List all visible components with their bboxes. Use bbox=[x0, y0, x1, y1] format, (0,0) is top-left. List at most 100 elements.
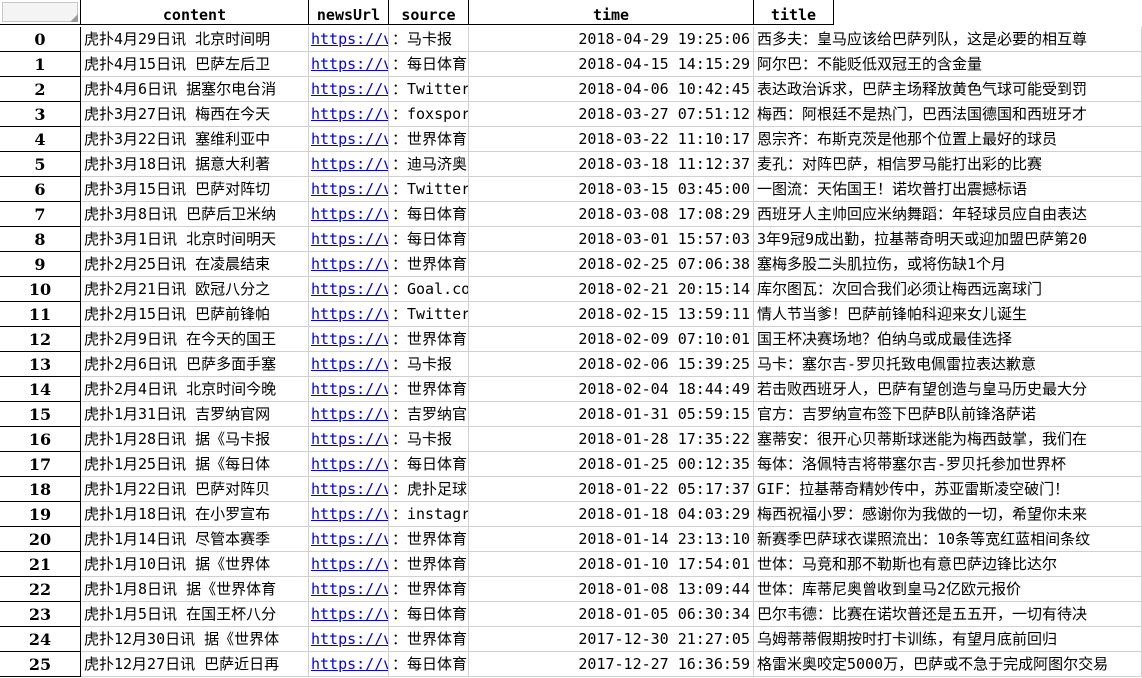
cell-title[interactable]: 世体：马竞和那不勒斯也有意巴萨边锋比达尔 bbox=[754, 552, 1142, 577]
cell-newsurl-link[interactable]: https://voi bbox=[309, 252, 389, 277]
cell-content[interactable]: 虎扑3月15日讯 巴萨对阵切 bbox=[81, 177, 309, 202]
cell-source[interactable]: ：Goal.com bbox=[389, 277, 469, 302]
cell-source[interactable]: ：世界体育 bbox=[389, 327, 469, 352]
cell-source[interactable]: ：foxsports bbox=[389, 102, 469, 127]
row-header[interactable]: 22 bbox=[0, 577, 81, 602]
cell-source[interactable]: ：世界体育 bbox=[389, 577, 469, 602]
row-header[interactable]: 23 bbox=[0, 602, 81, 627]
cell-newsurl-link[interactable]: https://voi bbox=[309, 427, 389, 452]
cell-content[interactable]: 虎扑12月27日讯 巴萨近日再 bbox=[81, 652, 309, 677]
cell-time[interactable]: 2018-01-05 06:30:34 bbox=[469, 602, 754, 627]
cell-time[interactable]: 2018-03-27 07:51:12 bbox=[469, 102, 754, 127]
row-header[interactable]: 10 bbox=[0, 277, 81, 302]
cell-source[interactable]: ：迪马济奥 bbox=[389, 152, 469, 177]
cell-content[interactable]: 虎扑4月6日讯 据塞尔电台消 bbox=[81, 77, 309, 102]
cell-content[interactable]: 虎扑12月30日讯 据《世界体 bbox=[81, 627, 309, 652]
cell-title[interactable]: 3年9冠9成出勤，拉基蒂奇明天或迎加盟巴萨第20 bbox=[754, 227, 1142, 252]
row-header[interactable]: 18 bbox=[0, 477, 81, 502]
cell-content[interactable]: 虎扑4月15日讯 巴萨左后卫 bbox=[81, 52, 309, 77]
cell-source[interactable]: ：每日体育 bbox=[389, 202, 469, 227]
cell-time[interactable]: 2017-12-27 16:36:59 bbox=[469, 652, 754, 677]
cell-time[interactable]: 2018-04-15 14:15:29 bbox=[469, 52, 754, 77]
cell-source[interactable]: ：Twitter bbox=[389, 177, 469, 202]
cell-time[interactable]: 2018-01-28 17:35:22 bbox=[469, 427, 754, 452]
column-header-title[interactable]: title bbox=[754, 0, 834, 25]
cell-source[interactable]: ：马卡报 bbox=[389, 427, 469, 452]
row-header[interactable]: 13 bbox=[0, 352, 81, 377]
cell-newsurl-link[interactable]: https://voi bbox=[309, 27, 389, 52]
cell-time[interactable]: 2018-03-22 11:10:17 bbox=[469, 127, 754, 152]
cell-title[interactable]: 梅西：阿根廷不是热门，巴西法国德国和西班牙才 bbox=[754, 102, 1142, 127]
row-header[interactable]: 2 bbox=[0, 77, 81, 102]
cell-title[interactable]: 巴尔韦德：比赛在诺坎普还是五五开，一切有待决 bbox=[754, 602, 1142, 627]
row-header[interactable]: 16 bbox=[0, 427, 81, 452]
column-header-content[interactable]: content bbox=[81, 0, 309, 25]
row-header[interactable]: 8 bbox=[0, 227, 81, 252]
cell-title[interactable]: 阿尔巴：不能贬低双冠王的含金量 bbox=[754, 52, 1142, 77]
row-header[interactable]: 12 bbox=[0, 327, 81, 352]
row-header[interactable]: 7 bbox=[0, 202, 81, 227]
cell-newsurl-link[interactable]: https://voi bbox=[309, 502, 389, 527]
cell-source[interactable]: ：世界体育 bbox=[389, 552, 469, 577]
cell-source[interactable]: ：马卡报 bbox=[389, 27, 469, 52]
cell-time[interactable]: 2018-01-14 23:13:10 bbox=[469, 527, 754, 552]
cell-content[interactable]: 虎扑1月10日讯 据《世界体 bbox=[81, 552, 309, 577]
cell-source[interactable]: ：每日体育 bbox=[389, 452, 469, 477]
row-header[interactable]: 3 bbox=[0, 102, 81, 127]
cell-content[interactable]: 虎扑2月4日讯 北京时间今晚 bbox=[81, 377, 309, 402]
row-header[interactable]: 1 bbox=[0, 52, 81, 77]
cell-title[interactable]: 乌姆蒂蒂假期按时打卡训练，有望月底前回归 bbox=[754, 627, 1142, 652]
cell-title[interactable]: 塞梅多股二头肌拉伤，或将伤缺1个月 bbox=[754, 252, 1142, 277]
cell-newsurl-link[interactable]: https://voi bbox=[309, 152, 389, 177]
cell-newsurl-link[interactable]: https://voi bbox=[309, 402, 389, 427]
cell-time[interactable]: 2018-02-04 18:44:49 bbox=[469, 377, 754, 402]
cell-time[interactable]: 2018-04-29 19:25:06 bbox=[469, 27, 754, 52]
cell-newsurl-link[interactable]: https://voi bbox=[309, 377, 389, 402]
cell-newsurl-link[interactable]: https://voi bbox=[309, 627, 389, 652]
cell-source[interactable]: ：虎扑足球 bbox=[389, 477, 469, 502]
row-header[interactable]: 20 bbox=[0, 527, 81, 552]
cell-time[interactable]: 2018-03-01 15:57:03 bbox=[469, 227, 754, 252]
cell-newsurl-link[interactable]: https://voi bbox=[309, 77, 389, 102]
cell-title[interactable]: 麦孔：对阵巴萨，相信罗马能打出彩的比赛 bbox=[754, 152, 1142, 177]
row-header[interactable]: 0 bbox=[0, 27, 81, 52]
cell-time[interactable]: 2017-12-30 21:27:05 bbox=[469, 627, 754, 652]
row-header[interactable]: 11 bbox=[0, 302, 81, 327]
cell-title[interactable]: 一图流：天佑国王！诺坎普打出震撼标语 bbox=[754, 177, 1142, 202]
cell-newsurl-link[interactable]: https://voi bbox=[309, 177, 389, 202]
cell-source[interactable]: ：吉罗纳官网 bbox=[389, 402, 469, 427]
select-all-corner[interactable] bbox=[0, 0, 81, 25]
cell-newsurl-link[interactable]: https://voi bbox=[309, 477, 389, 502]
cell-newsurl-link[interactable]: https://voi bbox=[309, 52, 389, 77]
row-header[interactable]: 14 bbox=[0, 377, 81, 402]
cell-newsurl-link[interactable]: https://voi bbox=[309, 102, 389, 127]
cell-source[interactable]: ：instagram bbox=[389, 502, 469, 527]
cell-title[interactable]: GIF：拉基蒂奇精妙传中，苏亚雷斯凌空破门！ bbox=[754, 477, 1142, 502]
cell-title[interactable]: 世体：库蒂尼奥曾收到皇马2亿欧元报价 bbox=[754, 577, 1142, 602]
cell-newsurl-link[interactable]: https://voi bbox=[309, 302, 389, 327]
cell-title[interactable]: 库尔图瓦：次回合我们必须让梅西远离球门 bbox=[754, 277, 1142, 302]
cell-content[interactable]: 虎扑1月8日讯 据《世界体育 bbox=[81, 577, 309, 602]
row-header[interactable]: 21 bbox=[0, 552, 81, 577]
cell-content[interactable]: 虎扑3月27日讯 梅西在今天 bbox=[81, 102, 309, 127]
cell-source[interactable]: ：世界体育 bbox=[389, 527, 469, 552]
cell-time[interactable]: 2018-04-06 10:42:45 bbox=[469, 77, 754, 102]
cell-content[interactable]: 虎扑1月31日讯 吉罗纳官网 bbox=[81, 402, 309, 427]
cell-source[interactable]: ：每日体育 bbox=[389, 602, 469, 627]
cell-title[interactable]: 马卡：塞尔吉-罗贝托致电佩雷拉表达歉意 bbox=[754, 352, 1142, 377]
cell-content[interactable]: 虎扑3月1日讯 北京时间明天 bbox=[81, 227, 309, 252]
cell-newsurl-link[interactable]: https://voi bbox=[309, 452, 389, 477]
cell-content[interactable]: 虎扑1月14日讯 尽管本赛季 bbox=[81, 527, 309, 552]
cell-time[interactable]: 2018-02-15 13:59:11 bbox=[469, 302, 754, 327]
cell-content[interactable]: 虎扑2月6日讯 巴萨多面手塞 bbox=[81, 352, 309, 377]
cell-source[interactable]: ：Twitter bbox=[389, 302, 469, 327]
cell-newsurl-link[interactable]: https://voi bbox=[309, 527, 389, 552]
cell-newsurl-link[interactable]: https://voi bbox=[309, 352, 389, 377]
cell-content[interactable]: 虎扑2月15日讯 巴萨前锋帕 bbox=[81, 302, 309, 327]
cell-source[interactable]: ：世界体育 bbox=[389, 252, 469, 277]
cell-title[interactable]: 格雷米奥咬定5000万，巴萨或不急于完成阿图尔交易 bbox=[754, 652, 1142, 677]
row-header[interactable]: 4 bbox=[0, 127, 81, 152]
cell-content[interactable]: 虎扑4月29日讯 北京时间明 bbox=[81, 27, 309, 52]
cell-title[interactable]: 情人节当爹！巴萨前锋帕科迎来女儿诞生 bbox=[754, 302, 1142, 327]
cell-title[interactable]: 表达政治诉求，巴萨主场释放黄色气球可能受到罚 bbox=[754, 77, 1142, 102]
